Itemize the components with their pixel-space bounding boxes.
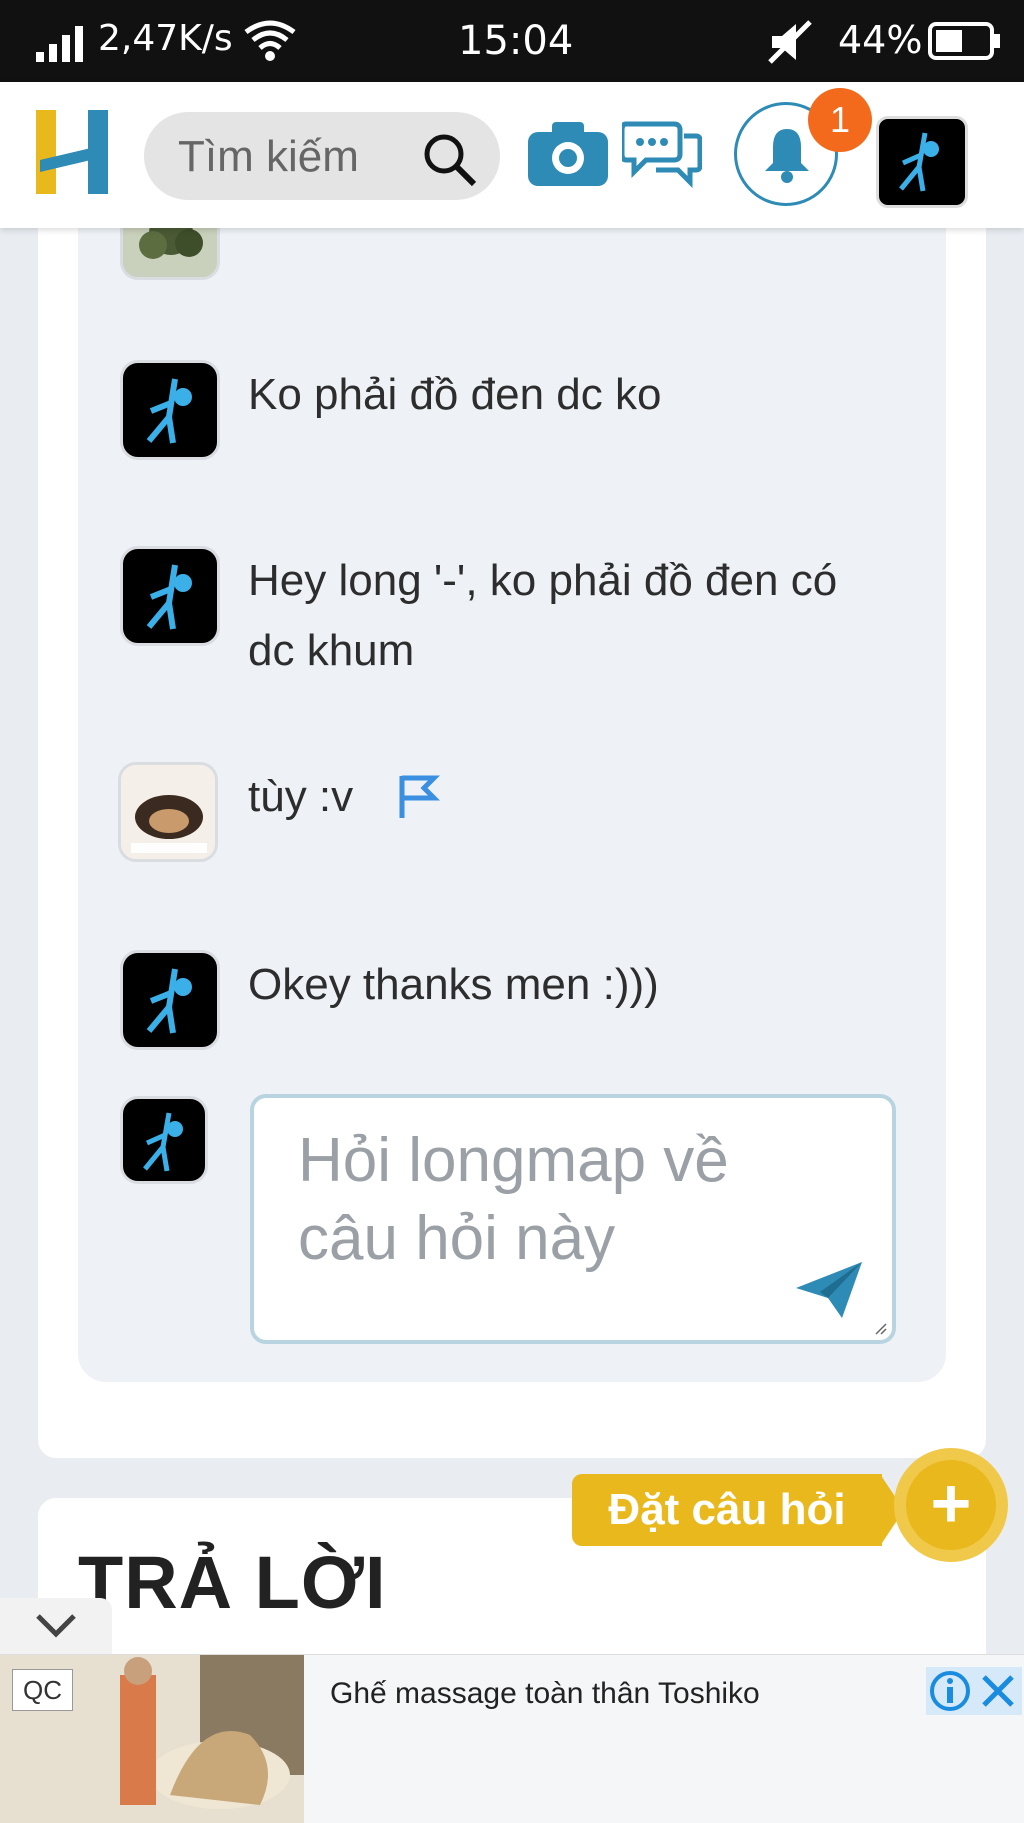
comment-text: Hey long '-', ko phải đồ đen có dc khum	[248, 556, 838, 675]
send-icon[interactable]	[794, 1258, 864, 1322]
ad-title[interactable]: Ghế massage toàn thân Toshiko	[330, 1677, 760, 1711]
ad-info-button[interactable]	[926, 1667, 974, 1715]
clock: 15:04	[458, 18, 574, 64]
battery-icon	[928, 22, 1000, 60]
chevron-down-icon	[36, 1614, 76, 1638]
commenter-avatar[interactable]	[120, 360, 220, 460]
dog-avatar-icon	[121, 765, 215, 859]
reply-placeholder: Hỏi longmap về câu hỏi này	[298, 1126, 729, 1273]
comment-text: Okey thanks men :)))	[248, 960, 659, 1009]
stickman-icon	[146, 968, 192, 1034]
comment-text: Ko phải đồ đen dc ko	[248, 370, 662, 419]
notification-badge: 1	[808, 88, 872, 152]
commenter-avatar[interactable]	[120, 546, 220, 646]
user-avatar[interactable]	[876, 116, 968, 208]
signal-icon	[36, 26, 83, 62]
ask-question-plus-button[interactable]: +	[894, 1448, 1008, 1562]
camera-icon[interactable]	[528, 120, 608, 186]
logo-icon[interactable]	[36, 110, 114, 194]
resize-grip-icon[interactable]	[874, 1322, 888, 1336]
plus-icon: +	[906, 1460, 996, 1550]
ad-banner[interactable]: QC Ghế massage toàn thân Toshiko	[0, 1654, 1024, 1823]
report-flag-icon[interactable]	[396, 772, 440, 820]
status-bar: 2,47K/s 15:04 44%	[0, 0, 1024, 82]
ad-label: QC	[12, 1669, 73, 1711]
stickman-icon	[899, 132, 939, 192]
answers-heading: TRẢ LỜI	[78, 1541, 387, 1624]
my-avatar	[120, 1096, 208, 1184]
search-bar[interactable]: Tìm kiếm	[144, 112, 500, 200]
ad-collapse-button[interactable]	[0, 1598, 112, 1654]
wifi-icon	[244, 20, 296, 61]
stickman-icon	[146, 564, 192, 630]
search-placeholder: Tìm kiếm	[178, 132, 359, 181]
close-icon	[982, 1675, 1014, 1707]
commenter-avatar[interactable]	[120, 950, 220, 1050]
ad-close-button[interactable]	[974, 1667, 1022, 1715]
network-speed: 2,47K/s	[98, 18, 233, 59]
battery-percent: 44%	[838, 18, 923, 62]
search-icon[interactable]	[420, 130, 480, 190]
ask-question-button[interactable]: Đặt câu hỏi	[572, 1474, 882, 1546]
commenter-avatar[interactable]	[118, 762, 218, 862]
comment-text: tùy :v	[248, 772, 354, 821]
app-header: Tìm kiếm 1	[0, 82, 1024, 228]
reply-input[interactable]: Hỏi longmap về câu hỏi này	[250, 1094, 896, 1344]
stickman-icon	[146, 378, 192, 444]
info-icon	[930, 1671, 970, 1711]
chat-icon[interactable]	[622, 118, 702, 188]
mute-icon	[768, 20, 812, 64]
bell-icon	[765, 129, 809, 183]
stickman-icon	[143, 1112, 183, 1172]
